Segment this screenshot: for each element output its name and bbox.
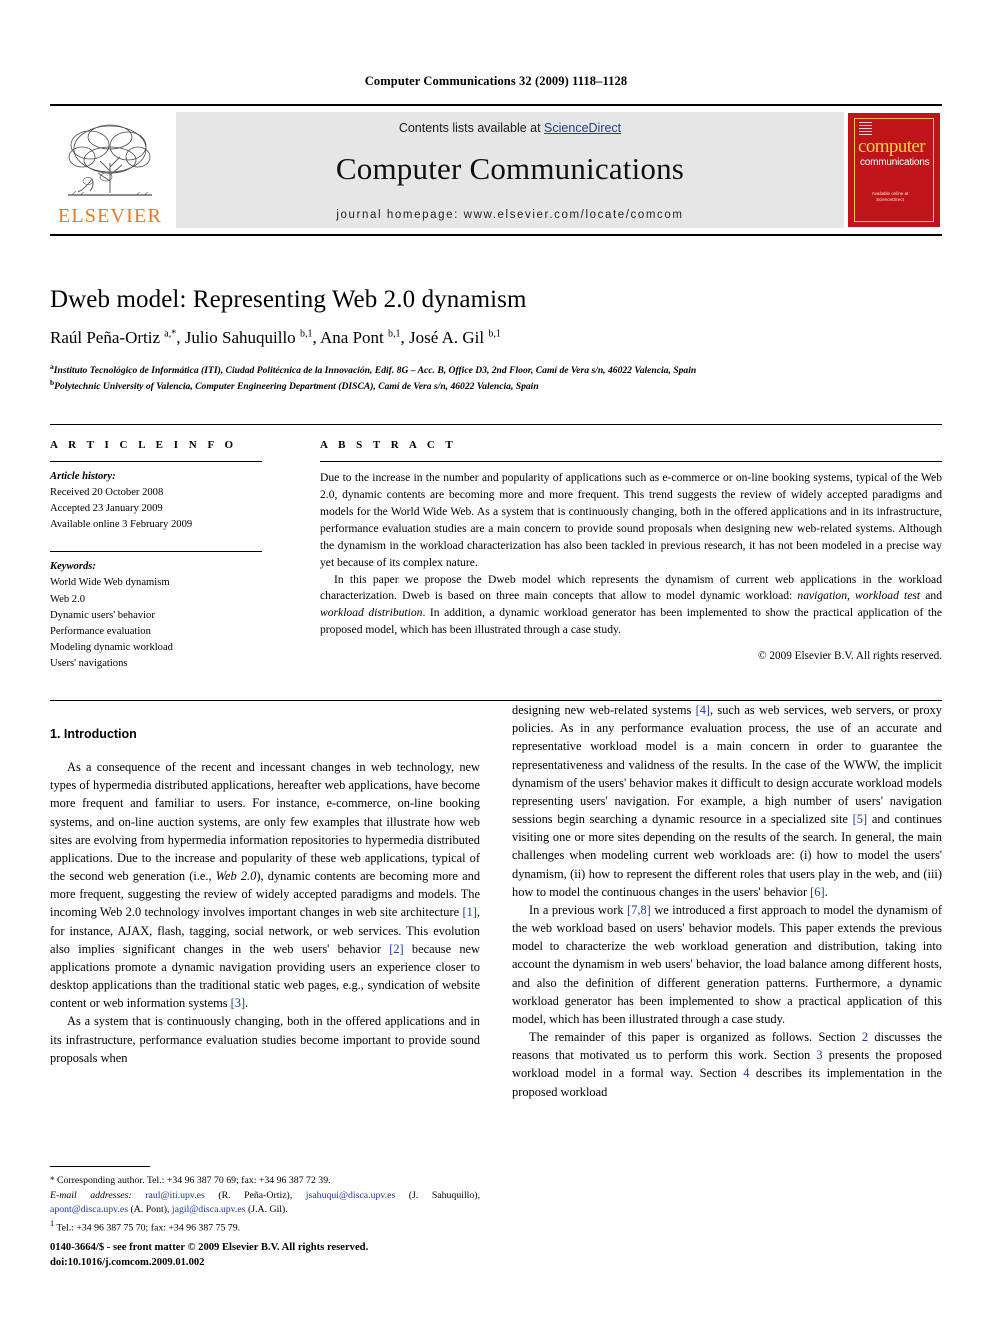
- abstract-paragraph: In this paper we propose the Dweb model …: [320, 572, 943, 637]
- footnote-note-1: 1 Tel.: +34 96 387 75 70; fax: +34 96 38…: [50, 1219, 241, 1234]
- abstract-copyright: © 2009 Elsevier B.V. All rights reserved…: [758, 650, 942, 663]
- footnote-corresponding-author: * Corresponding author. Tel.: +34 96 387…: [50, 1175, 331, 1186]
- page-footer: 0140-3664/$ - see front matter © 2009 El…: [50, 1240, 550, 1271]
- contents-prefix: Contents lists available at: [398, 121, 545, 135]
- page-title: Dweb model: Representing Web 2.0 dynamis…: [50, 286, 527, 313]
- author-list: Raúl Peña-Ortiz a,*, Julio Sahuquillo b,…: [50, 328, 501, 347]
- cover-sciencedirect-note: Available online at ScienceDirect: [871, 191, 909, 202]
- elsevier-wordmark: ELSEVIER: [57, 204, 163, 227]
- history-item: Received 20 October 2008: [50, 487, 164, 499]
- elsevier-tree-icon: [68, 124, 152, 196]
- cover-elsevier-mark-icon: [859, 122, 872, 137]
- cover-title-line1: computer: [858, 136, 926, 157]
- email-link[interactable]: apont@disca.upv.es: [50, 1204, 128, 1215]
- history-item: Available online 3 February 2009: [50, 519, 193, 531]
- article-info-column: A R T I C L E I N F O Article history: R…: [50, 425, 282, 672]
- keywords-list: Keywords: World Wide Web dynamism Web 2.…: [50, 559, 262, 672]
- body-paragraph: designing new web-related systems [4], s…: [512, 703, 942, 899]
- journal-masthead: ELSEVIER Contents lists available at Sci…: [50, 104, 942, 236]
- article-history-label: Article history:: [50, 471, 116, 482]
- affiliation-list: aInstituto Tecnológico de Informática (I…: [50, 362, 942, 394]
- affiliation-b: bPolytechnic University of Valencia, Com…: [50, 378, 539, 393]
- footnote-block: * Corresponding author. Tel.: +34 96 387…: [50, 1166, 480, 1236]
- citation-link[interactable]: [4]: [696, 703, 710, 717]
- article-history: Article history: Received 20 October 200…: [50, 469, 262, 533]
- keyword-item: Web 2.0: [50, 593, 86, 605]
- keyword-item: Dynamic users' behavior: [50, 609, 155, 621]
- journal-cover-thumbnail: computer communications Available online…: [848, 113, 940, 227]
- issn-line: 0140-3664/$ - see front matter © 2009 El…: [50, 1242, 369, 1253]
- email-link[interactable]: raul@iti.upv.es: [145, 1190, 205, 1201]
- cover-title-line2: communications: [860, 157, 930, 168]
- citation-link[interactable]: [3]: [231, 996, 245, 1010]
- abstract-paragraph: Due to the increase in the number and po…: [320, 471, 942, 569]
- section-heading-introduction: 1. Introduction: [50, 727, 137, 741]
- doi-line: doi:10.1016/j.comcom.2009.01.002: [50, 1257, 205, 1269]
- email-link[interactable]: jagil@disca.upv.es: [172, 1204, 246, 1215]
- journal-band: Contents lists available at ScienceDirec…: [176, 112, 844, 228]
- divider: [50, 551, 262, 553]
- citation-link[interactable]: [5]: [853, 812, 867, 826]
- footnote-emails: E-mail addresses: raul@iti.upv.es (R. Pe…: [50, 1189, 481, 1216]
- article-info-heading: A R T I C L E I N F O: [50, 439, 238, 451]
- divider: [50, 461, 262, 462]
- running-head: Computer Communications 32 (2009) 1118–1…: [364, 74, 628, 88]
- citation-link[interactable]: [6]: [810, 885, 824, 899]
- affiliation-a: aInstituto Tecnológico de Informática (I…: [50, 362, 697, 377]
- keyword-item: Performance evaluation: [50, 625, 151, 637]
- contents-available-line: Contents lists available at ScienceDirec…: [399, 121, 621, 135]
- abstract-heading: A B S T R A C T: [320, 439, 457, 451]
- body-paragraph: In a previous work [7,8] we introduced a…: [512, 902, 942, 1026]
- journal-homepage: journal homepage: www.elsevier.com/locat…: [336, 209, 684, 221]
- body-section: 1. Introduction As a consequence of the …: [50, 700, 942, 1233]
- keyword-item: Modeling dynamic workload: [50, 641, 173, 653]
- email-label: E-mail addresses:: [50, 1189, 132, 1201]
- sciencedirect-link[interactable]: ScienceDirect: [544, 121, 621, 135]
- keyword-item: World Wide Web dynamism: [50, 577, 170, 589]
- keywords-block: Keywords: World Wide Web dynamism Web 2.…: [50, 543, 262, 672]
- body-paragraph: As a system that is continuously changin…: [50, 1014, 480, 1065]
- journal-title: Computer Communications: [335, 151, 685, 186]
- keyword-item: Users' navigations: [50, 657, 128, 669]
- divider: [320, 461, 942, 462]
- body-paragraph: As a consequence of the recent and inces…: [50, 760, 481, 1011]
- citation-link[interactable]: [1]: [462, 905, 476, 919]
- email-link[interactable]: jsahuqui@disca.upv.es: [306, 1190, 395, 1201]
- info-abstract-section: A R T I C L E I N F O Article history: R…: [50, 424, 942, 672]
- keywords-label: Keywords:: [50, 561, 96, 573]
- elsevier-logo: ELSEVIER: [50, 106, 170, 234]
- title-block: Dweb model: Representing Web 2.0 dynamis…: [50, 286, 942, 394]
- left-column: 1. Introduction As a consequence of the …: [50, 701, 481, 1233]
- right-column: designing new web-related systems [4], s…: [512, 701, 942, 1101]
- citation-link[interactable]: [2]: [389, 942, 403, 956]
- abstract-body: Due to the increase in the number and po…: [320, 470, 942, 639]
- footnote-divider: [50, 1166, 150, 1167]
- paper-page: Computer Communications 32 (2009) 1118–1…: [0, 0, 992, 1323]
- history-item: Accepted 23 January 2009: [50, 503, 163, 515]
- abstract-column: A B S T R A C T Due to the increase in t…: [282, 425, 942, 672]
- citation-link[interactable]: [7,8]: [627, 903, 651, 917]
- body-paragraph: The remainder of this paper is organized…: [512, 1030, 943, 1099]
